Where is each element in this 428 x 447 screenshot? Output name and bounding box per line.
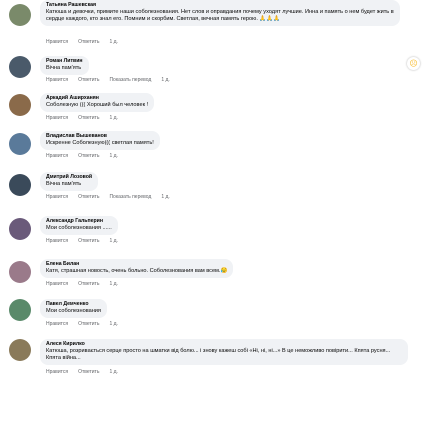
reply-link[interactable]: Ответить [78, 194, 99, 200]
comment-bubble: Аркадий Аширханян Соболезную ((( Хороший… [40, 93, 155, 112]
comment-text: Искренне Соболезную((( светлая память! [46, 140, 154, 146]
comment-author[interactable]: Владислав Вышеванов [46, 133, 154, 140]
timestamp[interactable]: 1 д. [161, 194, 169, 200]
comment-text: Соболезную ((( Хороший был человек ! [46, 102, 149, 108]
comment: Владислав Вышеванов Искренне Соболезную(… [0, 131, 428, 171]
comment: Алеся Кирилко Катюша, розривається серце… [0, 335, 428, 395]
reply-link[interactable]: Ответить [78, 77, 99, 83]
like-link[interactable]: Нравится [46, 153, 68, 159]
comment-actions: Нравится Ответить 1 д. [46, 369, 128, 376]
reply-link[interactable]: Ответить [78, 153, 99, 159]
like-link[interactable]: Нравится [46, 39, 68, 45]
avatar[interactable] [9, 261, 31, 283]
like-link[interactable]: Нравится [46, 281, 68, 287]
comment-bubble: Татьяна Рашевская Катюша и девочки, прим… [40, 0, 400, 26]
reply-link[interactable]: Ответить [78, 115, 99, 121]
comment-text: Вічна пам'ять [46, 65, 82, 71]
comment-bubble: Павел Демченко Мои соболезнования [40, 299, 107, 318]
comment-author[interactable]: Роман Литвин [46, 58, 83, 65]
avatar[interactable] [9, 339, 31, 361]
comment-bubble: Дмитрий Лозовой Вічна пам'ять [40, 172, 99, 191]
comment-actions: Нравится Ответить 1 д. [46, 321, 128, 328]
timestamp[interactable]: 1 д. [109, 281, 117, 287]
comment-author[interactable]: Татьяна Рашевская [46, 2, 394, 9]
comment: Павел Демченко Мои соболезнования Нравит… [0, 295, 428, 338]
avatar[interactable] [9, 133, 31, 155]
comment-bubble: Елена Билан Катя, страшная новость, очен… [40, 259, 234, 278]
reply-link[interactable]: Ответить [78, 238, 99, 244]
comment-author[interactable]: Александр Гальперин [46, 218, 112, 225]
comment-text: Вічна пам'ять [46, 181, 82, 187]
timestamp[interactable]: 1 д. [109, 153, 117, 159]
comment-author[interactable]: Аркадий Аширханян [46, 95, 148, 102]
like-link[interactable]: Нравится [46, 369, 68, 375]
comment: Татьяна Рашевская Катюша и девочки, прим… [0, 0, 428, 57]
avatar[interactable] [9, 94, 31, 116]
show-translation-link[interactable]: Показать перевод [109, 194, 151, 200]
reply-link[interactable]: Ответить [78, 369, 99, 375]
comment: Александр Гальперин Мои соболезнования .… [0, 212, 428, 255]
reply-link[interactable]: Ответить [78, 39, 99, 45]
comment-bubble: Владислав Вышеванов Искренне Соболезную(… [40, 131, 160, 150]
comment-text: Катюша и девочки, примите наши соболезно… [46, 9, 394, 22]
timestamp[interactable]: 1 д. [109, 321, 117, 327]
reply-link[interactable]: Ответить [78, 281, 99, 287]
comment-actions: Нравится Ответить Показать перевод 1 д. [46, 77, 180, 84]
comment-author[interactable]: Алеся Кирилко [46, 341, 402, 348]
comment-author[interactable]: Елена Билан [46, 261, 227, 268]
avatar[interactable] [9, 218, 31, 240]
timestamp[interactable]: 1 д. [109, 238, 117, 244]
avatar[interactable] [9, 4, 31, 26]
comment-text: Мои соболезнования ...... [46, 225, 112, 231]
like-link[interactable]: Нравится [46, 194, 68, 200]
show-translation-link[interactable]: Показать перевод [109, 77, 151, 83]
comment-bubble: Алеся Кирилко Катюша, розривається серце… [40, 339, 408, 365]
timestamp[interactable]: 1 д. [109, 115, 117, 121]
comment: Аркадий Аширханян Соболезную ((( Хороший… [0, 92, 428, 132]
comment: Роман Литвин Вічна пам'ять Нравится Ответ… [0, 52, 428, 92]
avatar[interactable] [9, 56, 31, 78]
comment-actions: Нравится Ответить 1 д. [46, 39, 128, 46]
timestamp[interactable]: 1 д. [109, 369, 117, 375]
comment-bubble: Роман Литвин Вічна пам'ять [40, 56, 89, 75]
comment-actions: Нравится Ответить 1 д. [46, 115, 128, 122]
like-link[interactable]: Нравится [46, 115, 68, 121]
comment-text: Катя, страшная новость, очень больно. Со… [46, 268, 228, 274]
like-link[interactable]: Нравится [46, 321, 68, 327]
comment-bubble: Александр Гальперин Мои соболезнования .… [40, 216, 118, 235]
like-link[interactable]: Нравится [46, 238, 68, 244]
comment-actions: Нравится Ответить 1 д. [46, 238, 128, 245]
comment-author[interactable]: Павел Демченко [46, 301, 101, 308]
timestamp[interactable]: 1 д. [161, 77, 169, 83]
comment-text: Катюша, розривається серце просто на шма… [46, 348, 391, 361]
comment-actions: Нравится Ответить 1 д. [46, 153, 128, 160]
comment-actions: Нравится Ответить Показать перевод 1 д. [46, 194, 180, 201]
reply-link[interactable]: Ответить [78, 321, 99, 327]
like-link[interactable]: Нравится [46, 77, 68, 83]
avatar[interactable] [9, 299, 31, 321]
comment-actions: Нравится Ответить 1 д. [46, 281, 128, 288]
avatar[interactable] [9, 174, 31, 196]
comment-text: Мои соболезнования [46, 308, 101, 314]
comment-author[interactable]: Дмитрий Лозовой [46, 174, 92, 181]
comment: Дмитрий Лозовой Вічна пам'ять Нравится От… [0, 172, 428, 212]
timestamp[interactable]: 1 д. [109, 39, 117, 45]
comment: Елена Билан Катя, страшная новость, очен… [0, 255, 428, 295]
